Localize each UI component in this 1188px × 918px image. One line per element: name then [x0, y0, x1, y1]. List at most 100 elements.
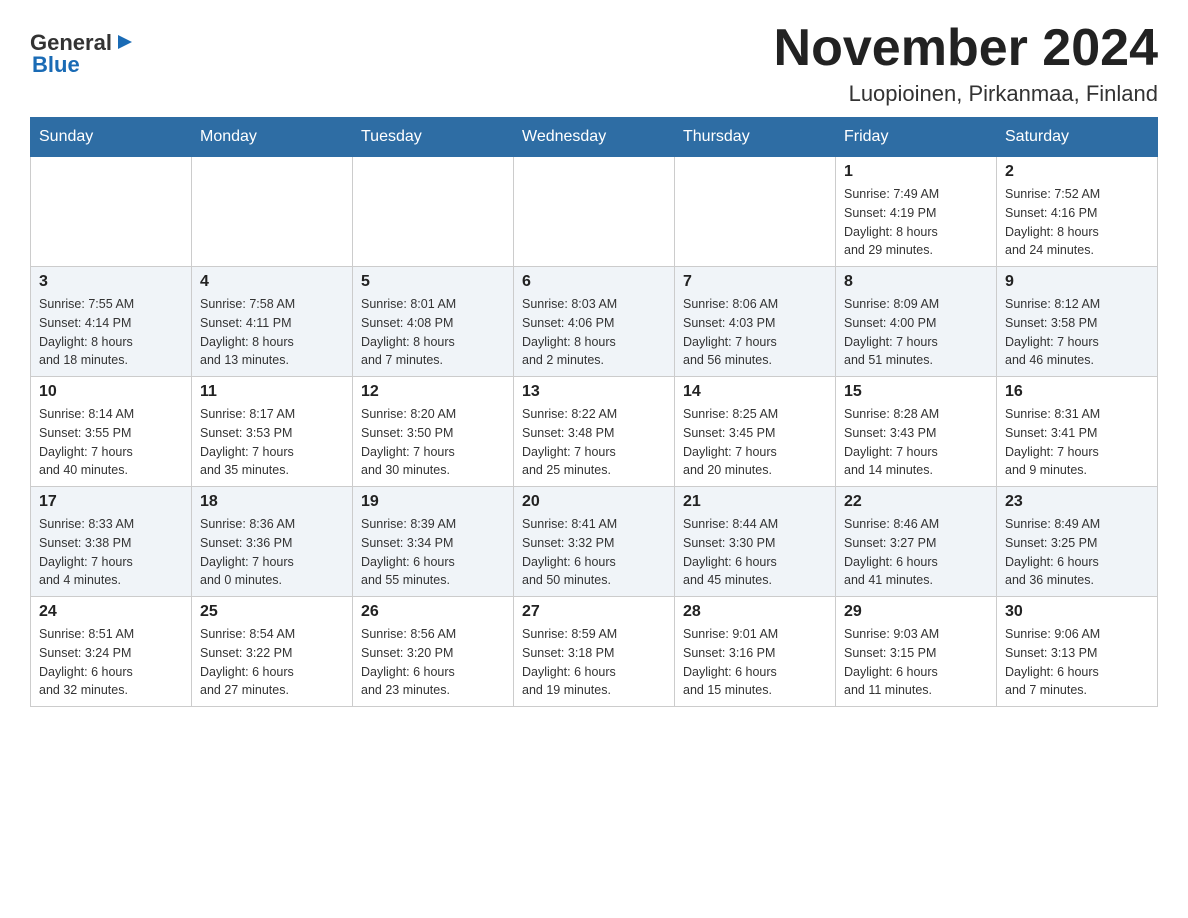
- day-info: Sunrise: 7:52 AMSunset: 4:16 PMDaylight:…: [1005, 185, 1149, 260]
- logo-blue-text: Blue: [32, 52, 80, 77]
- calendar-cell: 21 Sunrise: 8:44 AMSunset: 3:30 PMDayligh…: [675, 487, 836, 597]
- calendar-cell: 13Sunrise: 8:22 AMSunset: 3:48 PMDayligh…: [514, 377, 675, 487]
- calendar-cell: 7 Sunrise: 8:06 AMSunset: 4:03 PMDaylight…: [675, 267, 836, 377]
- calendar-week-row: 24Sunrise: 8:51 AMSunset: 3:24 PMDayligh…: [31, 597, 1158, 707]
- day-number: 3: [39, 273, 183, 291]
- day-info: Sunrise: 8:51 AMSunset: 3:24 PMDaylight:…: [39, 625, 183, 700]
- day-number: 8: [844, 273, 988, 291]
- calendar-cell: 11 Sunrise: 8:17 AMSunset: 3:53 PMDayligh…: [192, 377, 353, 487]
- day-info: Sunrise: 8:33 AMSunset: 3:38 PMDaylight:…: [39, 515, 183, 590]
- day-info: Sunrise: 8:39 AMSunset: 3:34 PMDaylight:…: [361, 515, 505, 590]
- weekday-header-sunday: Sunday: [31, 118, 192, 157]
- calendar-cell: 4 Sunrise: 7:58 AMSunset: 4:11 PMDaylight…: [192, 267, 353, 377]
- day-info: Sunrise: 8:06 AMSunset: 4:03 PMDaylight:…: [683, 295, 827, 370]
- day-info: Sunrise: 8:03 AMSunset: 4:06 PMDaylight:…: [522, 295, 666, 370]
- day-number: 10: [39, 383, 183, 401]
- weekday-header-row: SundayMondayTuesdayWednesdayThursdayFrid…: [31, 118, 1158, 157]
- calendar-cell: 29 Sunrise: 9:03 AMSunset: 3:15 PMDayligh…: [836, 597, 997, 707]
- calendar-cell: 5 Sunrise: 8:01 AMSunset: 4:08 PMDaylight…: [353, 267, 514, 377]
- day-info: Sunrise: 8:14 AMSunset: 3:55 PMDaylight:…: [39, 405, 183, 480]
- calendar-week-row: 17 Sunrise: 8:33 AMSunset: 3:38 PMDayligh…: [31, 487, 1158, 597]
- day-number: 4: [200, 273, 344, 291]
- day-info: Sunrise: 9:06 AMSunset: 3:13 PMDaylight:…: [1005, 625, 1149, 700]
- day-info: Sunrise: 8:54 AMSunset: 3:22 PMDaylight:…: [200, 625, 344, 700]
- calendar-cell: 17 Sunrise: 8:33 AMSunset: 3:38 PMDayligh…: [31, 487, 192, 597]
- day-number: 5: [361, 273, 505, 291]
- day-number: 29: [844, 603, 988, 621]
- calendar-cell: 24Sunrise: 8:51 AMSunset: 3:24 PMDayligh…: [31, 597, 192, 707]
- calendar-cell: 19Sunrise: 8:39 AMSunset: 3:34 PMDayligh…: [353, 487, 514, 597]
- day-info: Sunrise: 8:36 AMSunset: 3:36 PMDaylight:…: [200, 515, 344, 590]
- day-number: 25: [200, 603, 344, 621]
- weekday-header-thursday: Thursday: [675, 118, 836, 157]
- calendar-cell: [192, 157, 353, 267]
- day-info: Sunrise: 8:28 AMSunset: 3:43 PMDaylight:…: [844, 405, 988, 480]
- day-info: Sunrise: 7:58 AMSunset: 4:11 PMDaylight:…: [200, 295, 344, 370]
- calendar-cell: 6Sunrise: 8:03 AMSunset: 4:06 PMDaylight…: [514, 267, 675, 377]
- day-info: Sunrise: 8:09 AMSunset: 4:00 PMDaylight:…: [844, 295, 988, 370]
- calendar-cell: 8 Sunrise: 8:09 AMSunset: 4:00 PMDaylight…: [836, 267, 997, 377]
- calendar-week-row: 3 Sunrise: 7:55 AMSunset: 4:14 PMDaylight…: [31, 267, 1158, 377]
- calendar-cell: 23Sunrise: 8:49 AMSunset: 3:25 PMDayligh…: [997, 487, 1158, 597]
- calendar-title: November 2024: [774, 20, 1158, 77]
- day-info: Sunrise: 7:49 AMSunset: 4:19 PMDaylight:…: [844, 185, 988, 260]
- calendar-week-row: 1 Sunrise: 7:49 AMSunset: 4:19 PMDaylight…: [31, 157, 1158, 267]
- title-area: November 2024 Luopioinen, Pirkanmaa, Fin…: [774, 20, 1158, 107]
- calendar-cell: 12Sunrise: 8:20 AMSunset: 3:50 PMDayligh…: [353, 377, 514, 487]
- weekday-header-wednesday: Wednesday: [514, 118, 675, 157]
- day-info: Sunrise: 8:22 AMSunset: 3:48 PMDaylight:…: [522, 405, 666, 480]
- day-number: 26: [361, 603, 505, 621]
- day-number: 17: [39, 493, 183, 511]
- calendar-cell: 10 Sunrise: 8:14 AMSunset: 3:55 PMDayligh…: [31, 377, 192, 487]
- calendar-cell: 14 Sunrise: 8:25 AMSunset: 3:45 PMDayligh…: [675, 377, 836, 487]
- calendar-cell: 2 Sunrise: 7:52 AMSunset: 4:16 PMDaylight…: [997, 157, 1158, 267]
- day-info: Sunrise: 8:01 AMSunset: 4:08 PMDaylight:…: [361, 295, 505, 370]
- calendar-table: SundayMondayTuesdayWednesdayThursdayFrid…: [30, 117, 1158, 707]
- day-number: 7: [683, 273, 827, 291]
- day-number: 9: [1005, 273, 1149, 291]
- day-info: Sunrise: 8:56 AMSunset: 3:20 PMDaylight:…: [361, 625, 505, 700]
- day-info: Sunrise: 8:46 AMSunset: 3:27 PMDaylight:…: [844, 515, 988, 590]
- day-info: Sunrise: 8:12 AMSunset: 3:58 PMDaylight:…: [1005, 295, 1149, 370]
- calendar-cell: 18 Sunrise: 8:36 AMSunset: 3:36 PMDayligh…: [192, 487, 353, 597]
- day-number: 1: [844, 163, 988, 181]
- weekday-header-monday: Monday: [192, 118, 353, 157]
- day-info: Sunrise: 8:17 AMSunset: 3:53 PMDaylight:…: [200, 405, 344, 480]
- calendar-cell: 22 Sunrise: 8:46 AMSunset: 3:27 PMDayligh…: [836, 487, 997, 597]
- calendar-cell: 9 Sunrise: 8:12 AMSunset: 3:58 PMDaylight…: [997, 267, 1158, 377]
- day-number: 28: [683, 603, 827, 621]
- day-number: 30: [1005, 603, 1149, 621]
- day-number: 22: [844, 493, 988, 511]
- location-subtitle: Luopioinen, Pirkanmaa, Finland: [774, 81, 1158, 107]
- day-number: 2: [1005, 163, 1149, 181]
- calendar-cell: [353, 157, 514, 267]
- day-info: Sunrise: 8:20 AMSunset: 3:50 PMDaylight:…: [361, 405, 505, 480]
- weekday-header-friday: Friday: [836, 118, 997, 157]
- calendar-cell: 26 Sunrise: 8:56 AMSunset: 3:20 PMDayligh…: [353, 597, 514, 707]
- day-info: Sunrise: 8:25 AMSunset: 3:45 PMDaylight:…: [683, 405, 827, 480]
- day-info: Sunrise: 9:01 AMSunset: 3:16 PMDaylight:…: [683, 625, 827, 700]
- day-number: 14: [683, 383, 827, 401]
- calendar-cell: 25 Sunrise: 8:54 AMSunset: 3:22 PMDayligh…: [192, 597, 353, 707]
- calendar-cell: [514, 157, 675, 267]
- day-info: Sunrise: 7:55 AMSunset: 4:14 PMDaylight:…: [39, 295, 183, 370]
- day-info: Sunrise: 8:31 AMSunset: 3:41 PMDaylight:…: [1005, 405, 1149, 480]
- calendar-cell: 20Sunrise: 8:41 AMSunset: 3:32 PMDayligh…: [514, 487, 675, 597]
- calendar-cell: 28 Sunrise: 9:01 AMSunset: 3:16 PMDayligh…: [675, 597, 836, 707]
- day-info: Sunrise: 8:44 AMSunset: 3:30 PMDaylight:…: [683, 515, 827, 590]
- day-number: 16: [1005, 383, 1149, 401]
- weekday-header-tuesday: Tuesday: [353, 118, 514, 157]
- calendar-week-row: 10 Sunrise: 8:14 AMSunset: 3:55 PMDayligh…: [31, 377, 1158, 487]
- day-info: Sunrise: 8:49 AMSunset: 3:25 PMDaylight:…: [1005, 515, 1149, 590]
- day-number: 11: [200, 383, 344, 401]
- logo-arrow-icon: [114, 31, 136, 53]
- calendar-cell: 3 Sunrise: 7:55 AMSunset: 4:14 PMDaylight…: [31, 267, 192, 377]
- day-number: 21: [683, 493, 827, 511]
- day-info: Sunrise: 8:41 AMSunset: 3:32 PMDaylight:…: [522, 515, 666, 590]
- day-number: 18: [200, 493, 344, 511]
- calendar-cell: 27Sunrise: 8:59 AMSunset: 3:18 PMDayligh…: [514, 597, 675, 707]
- day-info: Sunrise: 9:03 AMSunset: 3:15 PMDaylight:…: [844, 625, 988, 700]
- day-info: Sunrise: 8:59 AMSunset: 3:18 PMDaylight:…: [522, 625, 666, 700]
- page-header: General Blue November 2024 Luopioinen, P…: [30, 20, 1158, 107]
- logo: General Blue: [30, 20, 136, 78]
